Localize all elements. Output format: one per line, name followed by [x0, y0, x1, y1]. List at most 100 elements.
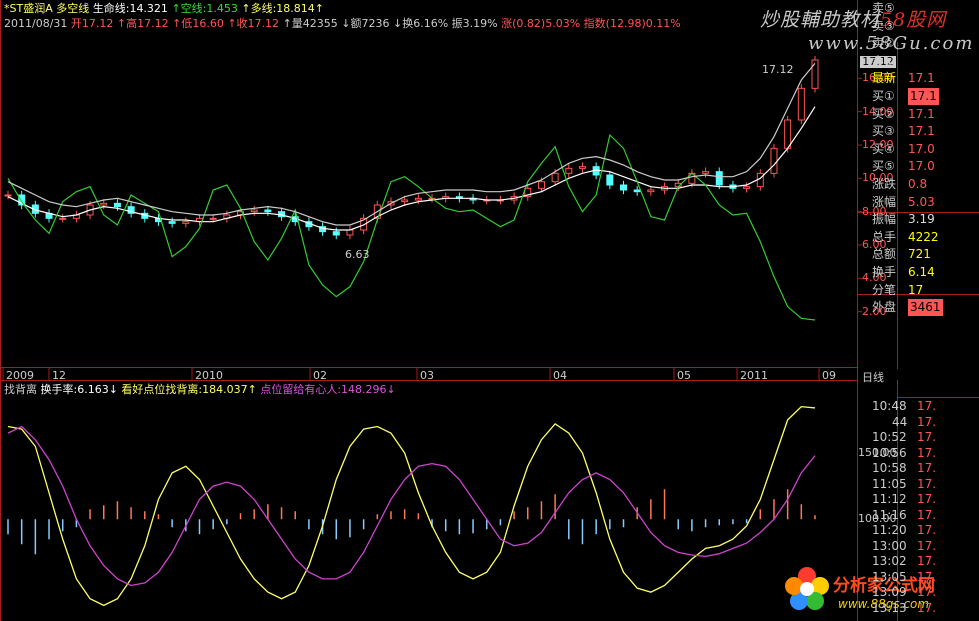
candle-body	[113, 202, 121, 208]
quote-label: 卖⑤	[872, 1, 895, 15]
indicator-header: 找背离 换手率:6.163↓ 看好点位找背离:184.037↑ 点位留给有心人:…	[4, 383, 396, 396]
quote-row: 总手 4222	[870, 229, 979, 246]
x-axis-label: 03	[420, 369, 434, 382]
high-value: ↑高17.12	[116, 17, 169, 30]
change-value: 涨(0.82)5.03%	[501, 17, 581, 30]
candle-body	[702, 171, 710, 174]
tick-price: 17.	[917, 538, 937, 553]
quote-row: 卖③	[870, 18, 979, 35]
quote-row: 卖⑤	[870, 0, 979, 17]
quote-label: 买①	[872, 89, 895, 103]
quote-label: 涨跌	[872, 177, 897, 191]
tick-time: 10:58	[872, 461, 907, 475]
amount-value: ↓额7236	[341, 17, 390, 30]
quote-value: 5.03	[908, 194, 935, 209]
quote-value: 17.1	[908, 124, 935, 139]
quote-label: 最新	[872, 71, 897, 86]
x-axis-label: 2009	[6, 369, 34, 382]
tick-price: 17.	[917, 414, 937, 429]
tick-time: 10:56	[872, 445, 907, 460]
quote-value: 6.14	[908, 265, 935, 279]
quote-row: 买④ 17.0	[870, 141, 979, 158]
quote-label: 外盘	[872, 300, 897, 315]
quote-label: 换手	[872, 265, 897, 279]
x-axis-label: 2010	[195, 369, 223, 382]
tick-price: 17.	[917, 600, 937, 615]
tick-time: 13:02	[872, 554, 907, 568]
candle-body	[797, 87, 805, 121]
quote-label: 振幅	[872, 212, 897, 227]
tick-row: 13:00 17.	[870, 538, 979, 555]
quote-row: 涨幅 5.03	[870, 194, 979, 211]
candle-body	[250, 209, 258, 213]
candle-body	[209, 217, 217, 220]
tick-time: 10:52	[872, 430, 907, 444]
quote-row: 买② 17.1	[870, 106, 979, 123]
indicator-turnover: 换手率:6.163↓	[40, 383, 118, 396]
candle-body	[633, 189, 641, 193]
quote-label: 买②	[872, 106, 895, 121]
quote-label: 卖③	[872, 18, 895, 33]
open-value: 开17.12	[70, 17, 114, 30]
x-axis-label: 04	[553, 369, 567, 382]
tick-price: 17.	[917, 492, 937, 506]
quote-row: 最新 17.1	[870, 70, 979, 87]
candle-body	[647, 189, 655, 193]
period-label[interactable]: 日线	[862, 369, 884, 385]
tick-row: 13:05 17.	[870, 569, 979, 586]
quote-label: 卖①	[872, 53, 895, 68]
low-annotation: 6.63	[345, 248, 370, 261]
candle-body	[743, 186, 751, 189]
candle-body	[578, 166, 586, 169]
tick-time: 10:48	[872, 399, 907, 413]
quote-value: 17.1	[908, 106, 935, 121]
quote-label: 买③	[872, 124, 895, 139]
tick-price: 17.	[917, 554, 937, 568]
stock-title: *ST盛润A 多空线	[4, 2, 90, 15]
quote-value: 721	[908, 247, 931, 262]
tick-row: 13:02 17.	[870, 553, 979, 570]
index-value: 指数(12.98)0.11%	[583, 17, 681, 30]
tick-price: 17.	[917, 476, 937, 491]
candle-body	[100, 202, 108, 206]
candle-body	[770, 147, 778, 174]
quote-value: 17.0	[908, 159, 935, 174]
tick-price: 17.	[917, 430, 937, 444]
candle-body	[537, 181, 545, 189]
tick-price: 17.	[917, 523, 937, 537]
x-axis-label: 12	[52, 369, 66, 382]
flower-logo-icon	[785, 567, 829, 610]
indicator-watch: 看好点位找背离:184.037↑	[121, 383, 257, 396]
chart-canvas[interactable]	[0, 0, 979, 621]
tick-time: 11:20	[872, 523, 907, 537]
x-axis-label: 02	[313, 369, 327, 382]
quote-row: 换手 6.14	[870, 264, 979, 281]
tick-row: 10:58 17.	[870, 460, 979, 477]
x-axis-label: 05	[677, 369, 691, 382]
quote-row: 涨跌 0.8	[870, 176, 979, 193]
date-value: 2011/08/31	[4, 17, 68, 30]
quote-row: 卖①	[870, 53, 979, 70]
quote-row: 卖②	[870, 35, 979, 52]
quote-value: 3461	[908, 299, 943, 317]
low-value: ↑低16.60	[172, 17, 224, 30]
tick-row: 13:13 17.	[870, 600, 979, 617]
tick-time: 13:05	[872, 569, 907, 584]
quote-label: 卖②	[872, 36, 895, 51]
stock-chart-window: *ST盛润A 多空线 生命线:14.321 ↑空线:1.453 ↑多线:18.8…	[0, 0, 979, 621]
tick-row: 10:56 17.	[870, 445, 979, 462]
quote-label: 买⑤	[872, 159, 895, 174]
quote-value: 17.1	[908, 88, 939, 105]
quote-value: 0.8	[908, 177, 928, 191]
quote-row: 买⑤ 17.0	[870, 158, 979, 175]
tick-row: 11:16 17.	[870, 507, 979, 524]
tick-price: 17.	[917, 445, 937, 460]
turnover-value: ↓换6.16%	[393, 17, 449, 30]
candle-body	[606, 174, 614, 186]
multi-line-value: ↑多线:18.814↑	[241, 2, 324, 15]
quote-row: 买③ 17.1	[870, 123, 979, 140]
quote-row: 振幅 3.19	[870, 211, 979, 228]
volume-value: ↑量42355	[282, 17, 338, 30]
candle-body	[4, 194, 12, 197]
tick-time: 11:16	[872, 507, 907, 522]
